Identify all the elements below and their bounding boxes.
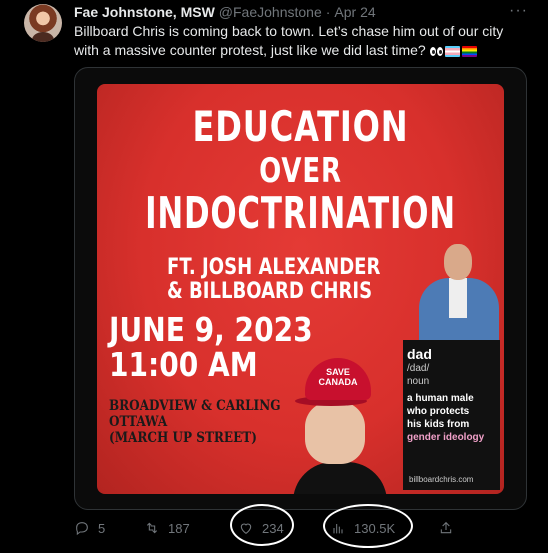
sign-definition: a human male who protects his kids from …: [407, 392, 496, 444]
poster-title-line3: INDOCTRINATION: [145, 188, 456, 239]
poster-date-time: JUNE 9, 2023 11:00 AM: [109, 312, 313, 382]
hat-text-line2: CANADA: [318, 377, 358, 387]
tweet-action-bar: 5 187 234 130.5K: [74, 518, 474, 538]
share-button[interactable]: [438, 518, 454, 538]
young-man-photo: SAVE CANADA: [293, 358, 387, 494]
sign-part-of-speech: noun: [407, 376, 430, 387]
retweet-button[interactable]: 187: [144, 518, 190, 538]
poster-time: 11:00 AM: [109, 345, 258, 384]
location-line3: (MARCH UP STREET): [109, 430, 257, 446]
poster-title-line1: EDUCATION: [192, 102, 409, 151]
tweet-header: Fae Johnstone, MSW @FaeJohnstone · Apr 2…: [74, 3, 518, 21]
retweet-count: 187: [168, 520, 190, 536]
reply-button[interactable]: 5: [74, 518, 105, 538]
eyes-emoji: [429, 46, 443, 56]
sign-def-highlight: gender ideology: [407, 432, 485, 443]
dad-definition-sign: dad /dad/ noun a human male who protects…: [403, 340, 500, 490]
featuring-line2: & BILLBOARD CHRIS: [167, 279, 373, 304]
author-handle[interactable]: @FaeJohnstone: [219, 4, 322, 20]
more-options-icon[interactable]: ···: [509, 2, 528, 20]
views-button[interactable]: 130.5K: [330, 518, 395, 538]
hat-text-line1: SAVE: [326, 367, 350, 377]
like-count: 234: [262, 520, 284, 536]
event-poster-image[interactable]: EDUCATION OVER INDOCTRINATION FT. JOSH A…: [97, 84, 504, 494]
like-button[interactable]: 234: [238, 518, 284, 538]
header-separator: ·: [325, 4, 331, 20]
author-avatar[interactable]: [24, 4, 62, 42]
poster-location: BROADVIEW & CARLING OTTAWA (MARCH UP STR…: [109, 398, 280, 446]
emoji-row: [429, 45, 477, 57]
suited-man-photo: [419, 244, 499, 358]
poster-featuring: FT. JOSH ALEXANDER & BILLBOARD CHRIS: [167, 256, 380, 304]
heart-icon: [240, 523, 252, 534]
reply-count: 5: [98, 520, 106, 536]
sign-def-line2: who protects: [407, 406, 470, 417]
transgender-flag-emoji: [444, 45, 460, 57]
sign-def-line1: a human male: [407, 393, 474, 404]
share-icon: [440, 521, 452, 534]
reply-icon: [76, 522, 88, 536]
sign-word: dad: [407, 346, 432, 362]
tweet-date[interactable]: Apr 24: [334, 4, 375, 20]
tweet-media[interactable]: EDUCATION OVER INDOCTRINATION FT. JOSH A…: [74, 67, 527, 510]
poster-date: JUNE 9, 2023: [109, 310, 313, 349]
author-display-name[interactable]: Fae Johnstone, MSW: [74, 4, 215, 20]
location-line2: OTTAWA: [109, 414, 168, 430]
analytics-icon: [333, 524, 343, 534]
sign-url: billboardchris.com: [409, 475, 474, 484]
views-count: 130.5K: [354, 520, 396, 536]
sign-def-line3: his kids from: [407, 419, 470, 430]
featuring-line1: FT. JOSH ALEXANDER: [167, 255, 381, 280]
poster-title-line2: OVER: [259, 151, 342, 191]
location-line1: BROADVIEW & CARLING: [109, 398, 281, 414]
red-cap: SAVE CANADA: [305, 358, 371, 400]
rainbow-flag-emoji: [461, 45, 477, 57]
retweet-icon: [146, 522, 158, 534]
sign-phonetic: /dad/: [407, 363, 430, 374]
tweet-text: Billboard Chris is coming back to town. …: [74, 22, 514, 60]
